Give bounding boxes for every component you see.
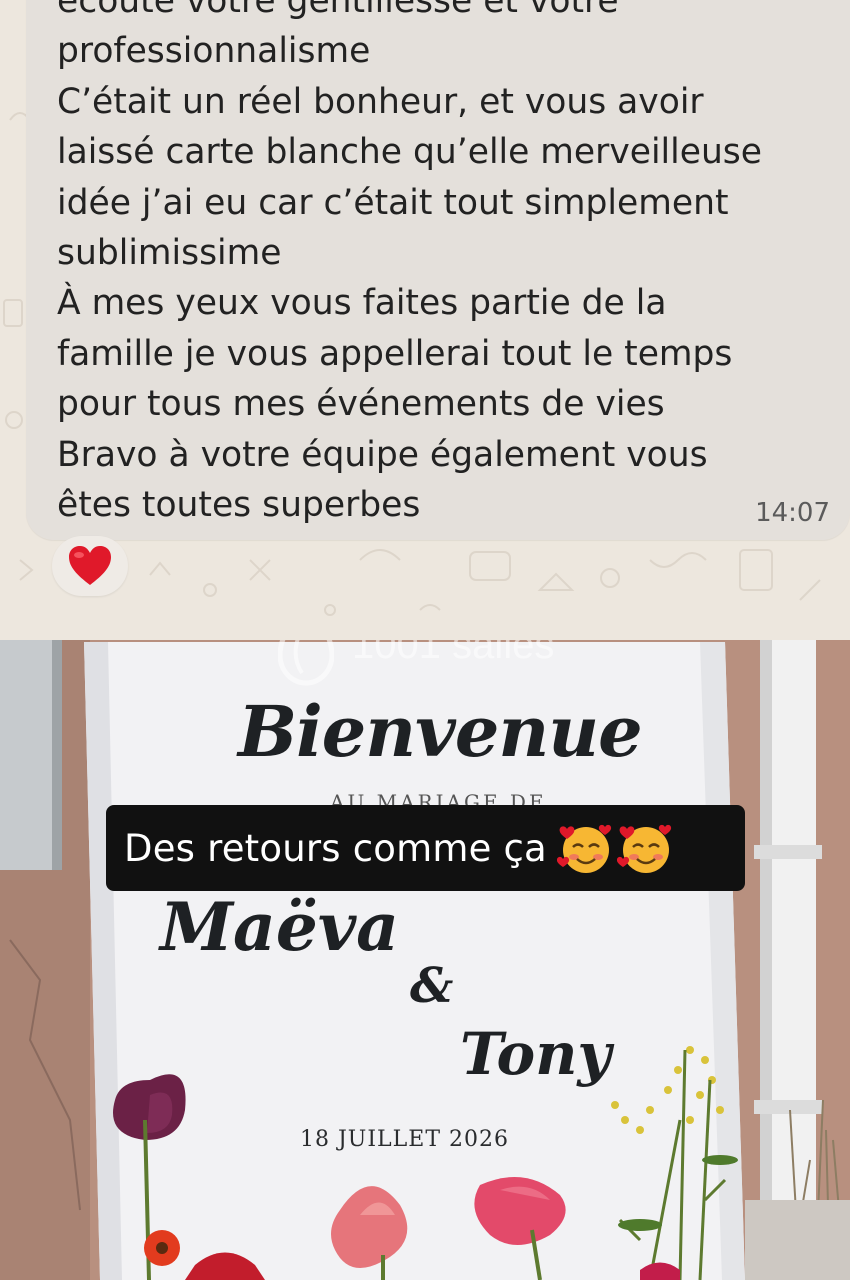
message-line: C’était un réel bonheur, et vous avoir <box>57 81 704 122</box>
board-title: Bienvenue <box>238 690 643 773</box>
message-line: Bravo à votre équipe également vous <box>57 434 708 475</box>
board-ampersand: & <box>410 958 454 1014</box>
message-line: écoute votre gentillesse et votre <box>57 0 619 21</box>
message-timestamp: 14:07 <box>755 498 830 528</box>
watermark: 1001 salles <box>278 640 554 690</box>
caption-text: Des retours comme ça <box>124 826 547 870</box>
message-reaction[interactable] <box>52 536 128 596</box>
message-line: À mes yeux vous faites partie de la <box>57 283 667 324</box>
droplet-logo-icon <box>278 640 334 686</box>
board-bride-name: Maëva <box>160 888 399 966</box>
smiling-face-with-hearts-icon <box>616 824 672 873</box>
message-line: êtes toutes superbes <box>57 484 421 525</box>
watermark-text: 1001 salles <box>352 640 555 667</box>
message-line: sublimissime <box>57 232 282 273</box>
caption-emojis <box>556 819 675 877</box>
wedding-welcome-photo: 1001 salles Bienvenue AU MARIAGE DE Maëv… <box>0 640 850 1280</box>
chat-conversation: écoute votre gentillesse et votre profes… <box>0 0 850 640</box>
message-line: famille je vous appellerai tout le temps <box>57 333 733 374</box>
message-line: idée j’ai eu car c’était tout simplement <box>57 182 729 223</box>
message-text: écoute votre gentillesse et votre profes… <box>57 0 762 530</box>
message-line: laissé carte blanche qu’elle merveilleus… <box>57 132 763 173</box>
message-line: professionnalisme <box>57 31 371 72</box>
board-date: 18 JUILLET 2026 <box>300 1127 509 1152</box>
message-line: pour tous mes événements de vies <box>57 384 665 425</box>
board-groom-name: Tony <box>460 1020 612 1088</box>
smiling-face-with-hearts-icon <box>556 824 612 873</box>
story-caption: Des retours comme ça <box>106 805 745 891</box>
red-heart-icon <box>69 546 111 585</box>
